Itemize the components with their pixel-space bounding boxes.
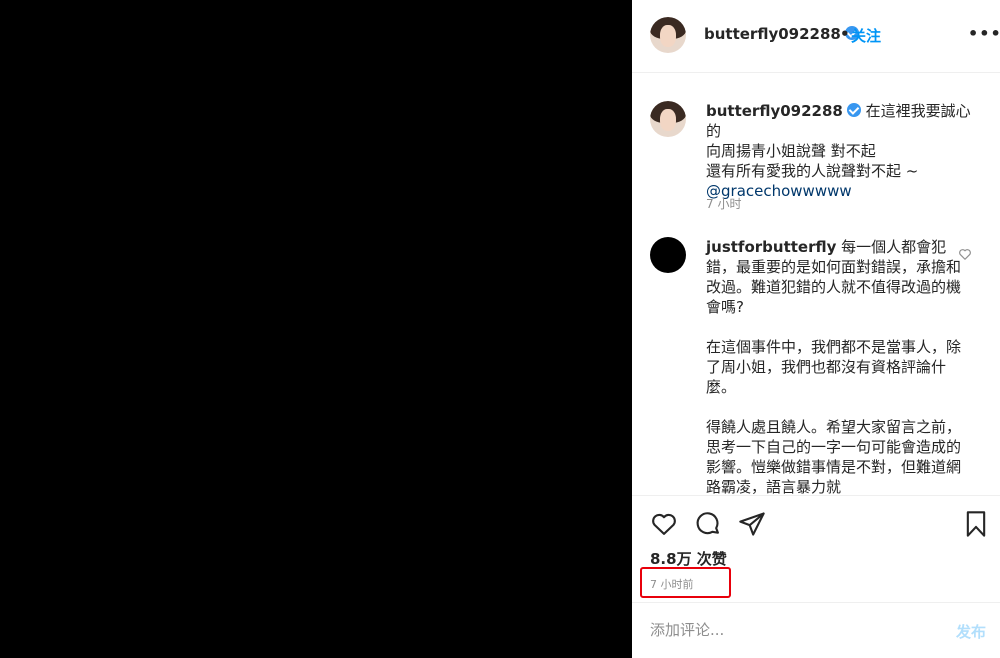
comment-input[interactable]: [650, 618, 930, 642]
caption-avatar[interactable]: [650, 101, 686, 137]
comment-text: justforbutterfly 每一個人都會犯錯，最重要的是如何面對錯誤，承擔…: [706, 237, 970, 494]
comment-username[interactable]: justforbutterfly: [706, 238, 836, 256]
caption-line3: 還有所有愛我的人說聲對不起 ~: [706, 162, 919, 180]
post-media[interactable]: [0, 0, 632, 658]
author-username-text[interactable]: butterfly092288: [704, 25, 841, 43]
timestamp-highlight-annotation: [640, 567, 731, 598]
post-comment-button[interactable]: 发布: [956, 621, 986, 642]
caption-line2: 向周揚青小姐說聲 對不起: [706, 142, 876, 160]
likes-count[interactable]: 8.8万 次赞: [650, 548, 727, 569]
comments-list[interactable]: butterfly092288 在這裡我要誠心的 向周揚青小姐說聲 對不起 還有…: [632, 74, 1000, 494]
comment-bubble-icon[interactable]: [694, 510, 722, 538]
comment-body: 每一個人都會犯錯，最重要的是如何面對錯誤，承擔和改過。難道犯錯的人就不值得改過的…: [706, 238, 962, 494]
more-options-icon[interactable]: •••: [968, 24, 1000, 43]
author-avatar[interactable]: [650, 17, 686, 53]
post-side-panel: butterfly092288 • 关注 ••• butterfly092288…: [632, 0, 1000, 658]
caption-username[interactable]: butterfly092288: [706, 102, 843, 120]
comment-like-heart-icon[interactable]: [958, 247, 972, 261]
verified-badge-icon: [846, 103, 861, 117]
like-heart-icon[interactable]: [650, 510, 678, 538]
add-comment-section: 发布: [632, 602, 1000, 658]
share-paper-plane-icon[interactable]: [738, 510, 766, 538]
save-bookmark-icon[interactable]: [962, 510, 990, 538]
caption-time[interactable]: 7 小时: [706, 195, 741, 212]
commenter-avatar[interactable]: [650, 237, 686, 273]
header-separator: •: [840, 25, 850, 43]
action-bar: [632, 495, 1000, 545]
post-header: butterfly092288 • 关注 •••: [632, 0, 1000, 73]
caption-text: butterfly092288 在這裡我要誠心的 向周揚青小姐說聲 對不起 還有…: [706, 101, 974, 201]
follow-button[interactable]: 关注: [851, 25, 881, 46]
author-username[interactable]: butterfly092288: [704, 25, 859, 43]
